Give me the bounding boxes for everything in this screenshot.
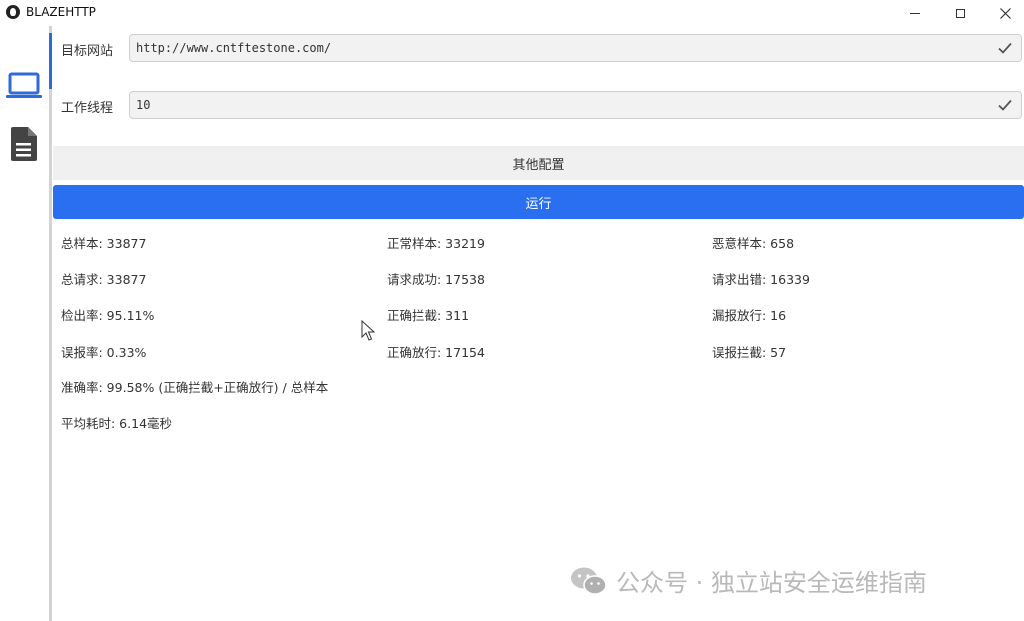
target-site-input[interactable] (136, 35, 986, 61)
laptop-icon (6, 72, 42, 98)
stat-total-requests: 总请求: 33877 (61, 272, 147, 287)
maximize-icon (955, 8, 965, 18)
close-icon (999, 7, 1011, 19)
stat-avg-time: 平均耗时: 6.14毫秒 (61, 416, 173, 431)
stat-normal-samples: 正常样本: 33219 (387, 236, 485, 251)
stat-missed-pass: 漏报放行: 16 (712, 308, 787, 323)
window-title: BLAZEHTTP (26, 5, 96, 19)
sidebar (0, 26, 49, 621)
mouse-cursor-icon (361, 320, 375, 341)
target-site-label: 目标网站 (61, 44, 114, 59)
run-button[interactable]: 运行 (53, 185, 1024, 219)
stat-total-samples: 总样本: 33877 (61, 236, 147, 251)
stat-accuracy: 准确率: 99.58% (正确拦截+正确放行) / 总样本 (61, 380, 329, 395)
stat-false-block: 误报拦截: 57 (712, 345, 787, 360)
stat-correct-block: 正确拦截: 311 (387, 308, 470, 323)
wechat-icon (571, 567, 607, 595)
check-icon (998, 42, 1012, 54)
stat-correct-pass: 正确放行: 17154 (387, 345, 485, 360)
sidebar-divider (49, 26, 52, 621)
app-logo-icon (6, 5, 20, 19)
other-config-button[interactable]: 其他配置 (53, 146, 1024, 180)
close-button[interactable] (982, 0, 1024, 26)
document-icon (11, 127, 37, 161)
threads-field[interactable] (129, 91, 1022, 119)
watermark: 公众号 · 独立站安全运维指南 (570, 563, 927, 598)
watermark-text: 公众号 · 独立站安全运维指南 (616, 569, 927, 597)
stat-malicious-samples: 恶意样本: 658 (712, 236, 795, 251)
threads-label: 工作线程 (61, 101, 114, 116)
active-nav-indicator (49, 33, 52, 89)
check-icon (998, 99, 1012, 111)
nav-item-report[interactable] (4, 124, 44, 164)
maximize-button[interactable] (937, 0, 983, 26)
title-bar: BLAZEHTTP (0, 0, 1024, 26)
threads-input[interactable] (136, 92, 986, 118)
minimize-button[interactable] (892, 0, 938, 26)
target-site-field[interactable] (129, 34, 1022, 62)
stat-request-error: 请求出错: 16339 (712, 272, 810, 287)
stat-detection-rate: 检出率: 95.11% (61, 308, 155, 323)
minimize-icon (910, 12, 920, 14)
nav-item-dashboard[interactable] (4, 66, 44, 106)
stat-request-success: 请求成功: 17538 (387, 272, 485, 287)
stat-false-positive-rate: 误报率: 0.33% (61, 345, 147, 360)
